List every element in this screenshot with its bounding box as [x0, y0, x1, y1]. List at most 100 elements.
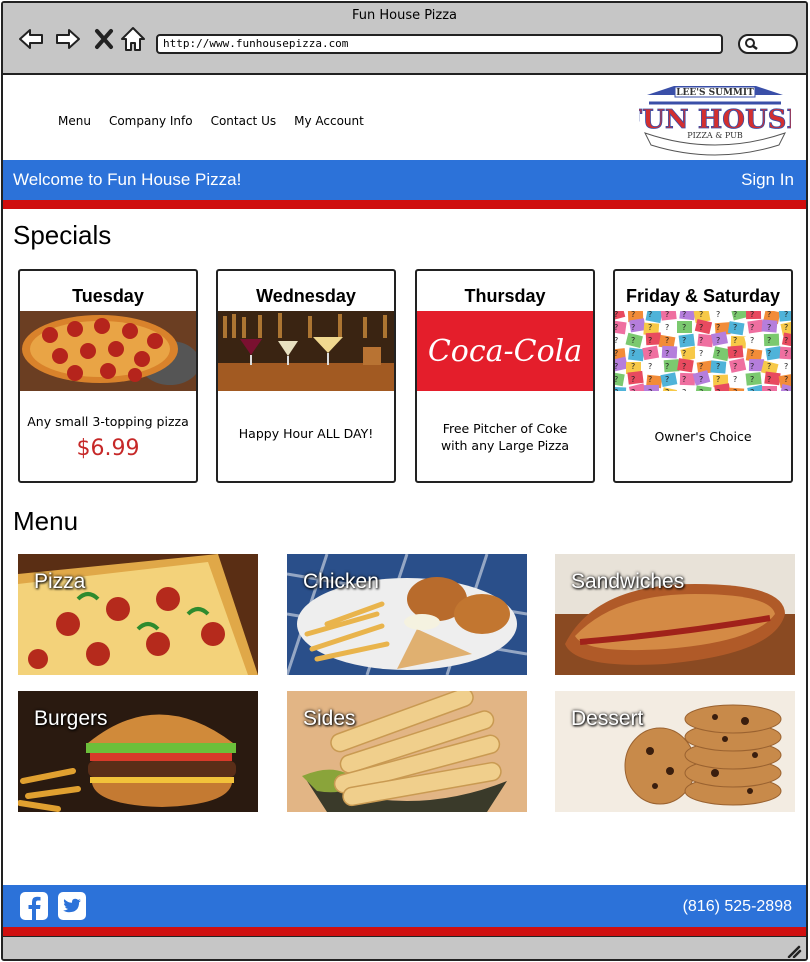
special-description-line-1: Free Pitcher of Coke: [442, 421, 568, 436]
svg-text:?: ?: [665, 323, 669, 332]
svg-text:?: ?: [767, 362, 771, 371]
home-icon[interactable]: [119, 25, 147, 53]
special-description-line-2: with any Large Pizza: [440, 438, 570, 453]
top-nav: Menu Company Info Contact Us My Account: [58, 114, 364, 128]
svg-text:?: ?: [716, 336, 720, 345]
svg-text:?: ?: [665, 362, 669, 371]
svg-text:?: ?: [682, 336, 686, 345]
menu-heading: Menu: [13, 506, 79, 536]
svg-text:?: ?: [716, 311, 720, 319]
svg-text:?: ?: [716, 323, 720, 332]
svg-text:?: ?: [699, 336, 703, 345]
svg-text:?: ?: [631, 336, 635, 345]
svg-text:?: ?: [615, 388, 618, 391]
browser-window: Fun House Pizza http://www.funhousepizza…: [1, 1, 808, 961]
svg-text:?: ?: [750, 311, 754, 319]
svg-text:?: ?: [648, 388, 652, 391]
menu-tile-sides[interactable]: Sides: [287, 691, 527, 812]
special-card-wednesday[interactable]: Wednesday Happy Hour ALL DAY!: [216, 269, 396, 483]
svg-text:?: ?: [733, 336, 737, 345]
svg-text:?: ?: [733, 375, 737, 384]
nav-item-menu[interactable]: Menu: [58, 114, 91, 128]
special-price: $6.99: [76, 436, 140, 461]
svg-text:?: ?: [665, 311, 669, 319]
menu-tile-chicken[interactable]: Chicken: [287, 554, 527, 675]
close-x-icon[interactable]: [91, 25, 119, 53]
resize-grip-icon[interactable]: [786, 944, 802, 958]
nav-item-my-account[interactable]: My Account: [294, 114, 364, 128]
twitter-icon[interactable]: [57, 891, 87, 921]
special-day: Thursday: [464, 286, 546, 306]
svg-text:?: ?: [631, 388, 635, 391]
url-input[interactable]: http://www.funhousepizza.com: [156, 34, 723, 54]
facebook-icon[interactable]: [19, 891, 49, 921]
menu-tile-pizza[interactable]: Pizza: [18, 554, 258, 675]
svg-text:?: ?: [631, 375, 635, 384]
special-day: Friday & Saturday: [625, 286, 781, 306]
svg-text:?: ?: [716, 349, 720, 358]
back-arrow-icon[interactable]: [17, 25, 45, 53]
browser-search-field[interactable]: [738, 34, 798, 54]
svg-text:?: ?: [631, 323, 635, 332]
pepperoni-pizza-image: [20, 311, 196, 391]
svg-text:?: ?: [767, 323, 771, 332]
menu-tile-dessert[interactable]: Dessert: [555, 691, 795, 812]
svg-text:?: ?: [665, 336, 669, 345]
coca-cola-image: Coca-Cola: [417, 311, 593, 391]
nav-item-company-info[interactable]: Company Info: [109, 114, 193, 128]
forward-arrow-icon[interactable]: [54, 25, 82, 53]
special-day: Wednesday: [256, 286, 356, 306]
svg-text:?: ?: [750, 375, 754, 384]
svg-text:?: ?: [615, 349, 618, 358]
svg-text:?: ?: [716, 362, 720, 371]
nav-item-contact-us[interactable]: Contact Us: [211, 114, 277, 128]
welcome-bar: Welcome to Fun House Pizza! Sign In: [3, 160, 806, 200]
svg-text:?: ?: [648, 336, 652, 345]
svg-text:?: ?: [648, 362, 652, 371]
svg-text:?: ?: [615, 311, 618, 319]
svg-text:?: ?: [716, 388, 720, 391]
svg-text:?: ?: [682, 375, 686, 384]
svg-text:?: ?: [733, 362, 737, 371]
cocktails-bar-image: [218, 311, 394, 391]
phone-number[interactable]: (816) 525-2898: [683, 898, 792, 916]
special-card-thursday[interactable]: Thursday Coca-Cola Free Pitcher of Coke …: [415, 269, 595, 483]
svg-text:?: ?: [682, 323, 686, 332]
menu-tile-sandwiches[interactable]: Sandwiches: [555, 554, 795, 675]
menu-tile-burgers[interactable]: Burgers: [18, 691, 258, 812]
fun-house-logo[interactable]: LEE'S SUMMIT FUN HOUSE PIZZA & PUB: [623, 83, 806, 159]
svg-text:?: ?: [615, 375, 618, 384]
svg-text:?: ?: [615, 323, 618, 332]
svg-text:Coca-Cola: Coca-Cola: [428, 334, 582, 369]
svg-text:?: ?: [631, 311, 635, 319]
svg-text:?: ?: [750, 362, 754, 371]
question-notes-image: ????????????????????????????????????????…: [615, 311, 791, 391]
svg-text:?: ?: [733, 349, 737, 358]
svg-text:?: ?: [648, 375, 652, 384]
svg-text:?: ?: [615, 362, 618, 371]
menu-tile-label: Pizza: [34, 570, 86, 593]
svg-text:?: ?: [615, 336, 618, 345]
menu-tile-label: Sandwiches: [571, 570, 685, 593]
svg-text:?: ?: [631, 349, 635, 358]
svg-text:?: ?: [767, 336, 771, 345]
svg-text:?: ?: [733, 388, 737, 391]
svg-text:?: ?: [750, 336, 754, 345]
svg-text:?: ?: [699, 311, 703, 319]
specials-heading: Specials: [13, 220, 112, 250]
svg-text:?: ?: [648, 311, 652, 319]
svg-text:?: ?: [631, 362, 635, 371]
special-description: Happy Hour ALL DAY!: [238, 426, 374, 441]
svg-text:?: ?: [784, 375, 788, 384]
special-description: Free Pitcher of Coke with any Large Pizz…: [417, 420, 593, 454]
menu-tile-label: Burgers: [34, 707, 108, 730]
svg-text:?: ?: [648, 323, 652, 332]
special-card-tuesday[interactable]: Tuesday Any small 3-topping pizza $6.99: [18, 269, 198, 483]
svg-text:?: ?: [767, 388, 771, 391]
window-title: Fun House Pizza: [351, 8, 458, 23]
special-description: Any small 3-topping pizza: [27, 414, 189, 429]
sign-in-link[interactable]: Sign In: [741, 170, 794, 190]
svg-text:?: ?: [784, 323, 788, 332]
footer-red-stripe: [3, 927, 806, 936]
special-card-friday-saturday[interactable]: Friday & Saturday ??????????????????????…: [613, 269, 793, 483]
